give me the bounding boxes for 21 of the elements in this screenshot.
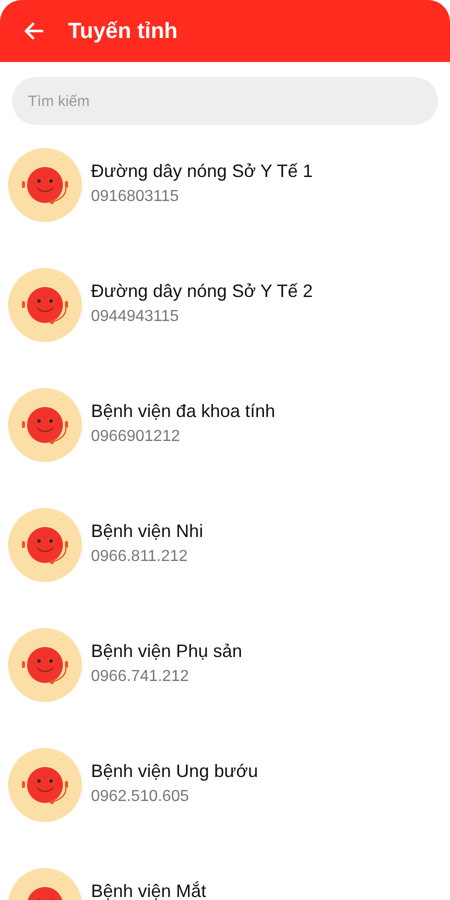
contact-name[interactable]: Bệnh viện Mắt xyxy=(91,881,206,900)
support-agent-icon xyxy=(8,268,82,342)
contact-name[interactable]: Đường dây nóng Sở Y Tế 2 xyxy=(91,281,313,302)
contact-name[interactable]: Đường dây nóng Sở Y Tế 1 xyxy=(91,161,313,182)
contact-name[interactable]: Bệnh viện Nhi xyxy=(91,521,204,542)
support-agent-icon xyxy=(8,388,82,462)
contact-name[interactable]: Bệnh viện Phụ sản xyxy=(91,641,242,662)
support-agent-icon xyxy=(8,508,82,582)
phone-number[interactable]: 0916803115 xyxy=(91,188,313,206)
contact-name[interactable]: Bệnh viện Ung bướu xyxy=(91,761,258,782)
support-agent-icon xyxy=(8,748,82,822)
phone-number[interactable]: 0944943115 xyxy=(91,308,313,326)
phone-number[interactable]: 0962.510.605 xyxy=(91,788,258,806)
search-field[interactable]: Tìm kiếm xyxy=(12,77,438,125)
phone-number[interactable]: 0966901212 xyxy=(91,428,276,446)
support-agent-icon xyxy=(8,148,82,222)
contact-name[interactable]: Bệnh viện đa khoa tính xyxy=(91,401,276,422)
phone-number[interactable]: 0966.741.212 xyxy=(91,668,242,686)
screen-title: Tuyến tỉnh xyxy=(68,18,178,44)
support-agent-icon xyxy=(8,628,82,702)
phone-number[interactable]: 0966.811.212 xyxy=(91,548,204,566)
